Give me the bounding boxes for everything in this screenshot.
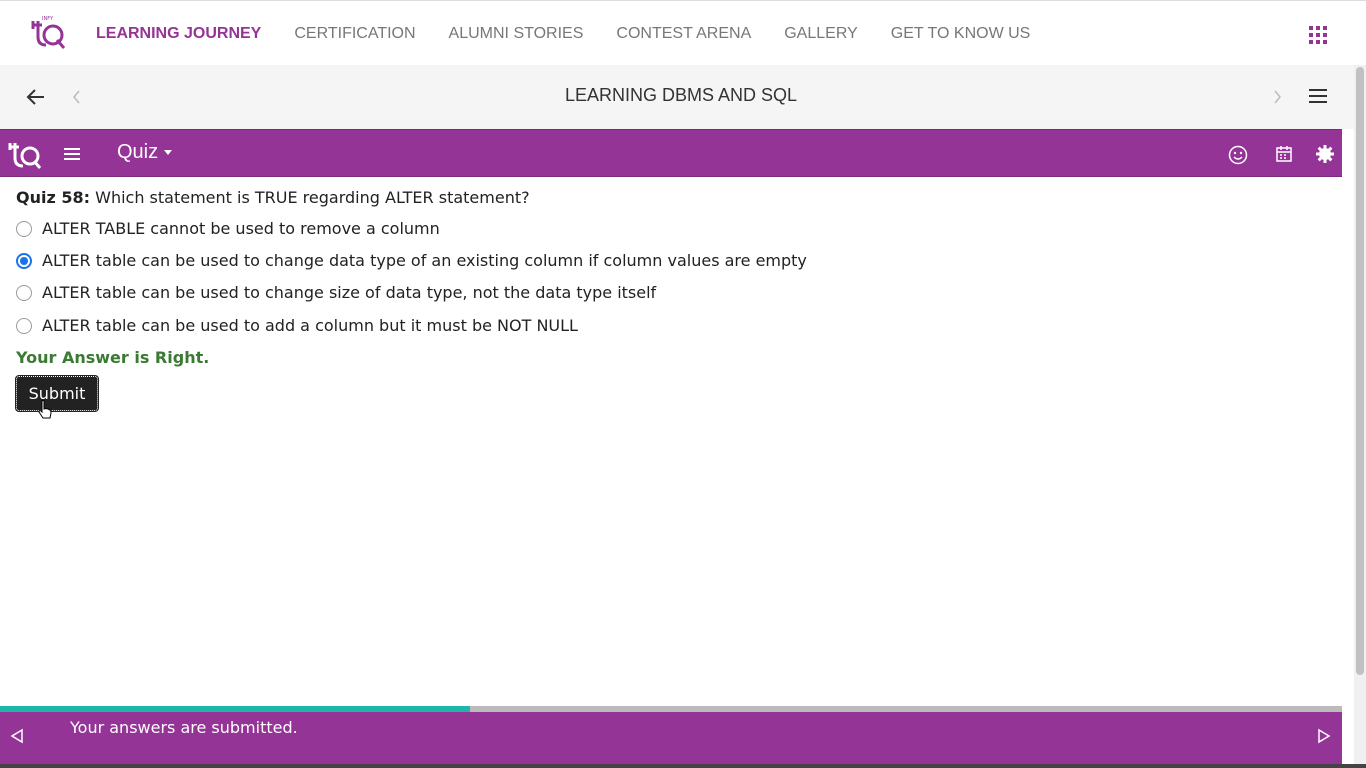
quiz-option-4[interactable]: ALTER table can be used to add a column … (16, 316, 578, 335)
quiz-question: Quiz 58: Which statement is TRUE regardi… (16, 188, 530, 207)
scrollbar-thumb[interactable] (1356, 67, 1364, 675)
quiz-option-3[interactable]: ALTER table can be used to change size o… (16, 283, 656, 302)
option-label: ALTER table can be used to change size o… (42, 283, 657, 302)
course-title-bar: LEARNING DBMS AND SQL (0, 65, 1354, 129)
calendar-icon[interactable] (1275, 145, 1293, 163)
hamburger-icon[interactable] (63, 147, 81, 161)
quiz-dropdown-label: Quiz (117, 141, 159, 163)
option-label: ALTER TABLE cannot be used to remove a c… (42, 219, 440, 238)
footer-bar: Your answers are submitted. (0, 712, 1342, 764)
quiz-toolbar: Quiz (0, 129, 1342, 177)
submission-message: Your answers are submitted. (70, 718, 298, 737)
svg-text:INFY: INFY (42, 16, 54, 22)
nav-item-gallery[interactable]: GALLERY (784, 25, 858, 43)
nav-item-contest-arena[interactable]: CONTEST ARENA (616, 25, 751, 43)
quiz-option-1[interactable]: ALTER TABLE cannot be used to remove a c… (16, 219, 440, 238)
answer-result: Your Answer is Right. (16, 348, 210, 367)
option-label: ALTER table can be used to change data t… (42, 251, 807, 270)
option-label: ALTER table can be used to add a column … (42, 316, 578, 335)
next-triangle-icon[interactable] (1317, 728, 1331, 744)
nav-item-learning-journey[interactable]: LEARNING JOURNEY (96, 25, 261, 43)
quiz-option-2[interactable]: ALTER table can be used to change data t… (16, 251, 807, 270)
hand-cursor-icon (38, 400, 52, 419)
submit-button[interactable]: Submit (15, 375, 99, 412)
radio-button-selected[interactable] (16, 252, 32, 269)
gear-icon[interactable] (1315, 144, 1335, 164)
menu-icon[interactable] (1307, 87, 1329, 105)
nav-links: LEARNING JOURNEY CERTIFICATION ALUMNI ST… (96, 1, 1063, 66)
quiz-question-text: Which statement is TRUE regarding ALTER … (95, 188, 530, 207)
radio-button[interactable] (16, 220, 32, 237)
chevron-right-icon[interactable] (1268, 87, 1286, 107)
caret-down-icon (164, 150, 173, 155)
toolbar-logo-icon[interactable] (8, 138, 42, 170)
radio-button[interactable] (16, 317, 32, 334)
brand-logo-icon[interactable]: INFY (30, 15, 66, 51)
radio-button[interactable] (16, 284, 32, 301)
course-title: LEARNING DBMS AND SQL (564, 85, 798, 105)
quiz-number: Quiz 58: (16, 188, 91, 207)
bottom-edge (0, 764, 1366, 768)
grid-apps-icon[interactable] (1309, 26, 1327, 44)
top-navigation: INFY LEARNING JOURNEY CERTIFICATION ALUM… (0, 0, 1366, 65)
nav-item-get-to-know-us[interactable]: GET TO KNOW US (891, 25, 1031, 43)
nav-item-certification[interactable]: CERTIFICATION (294, 25, 415, 43)
nav-item-alumni-stories[interactable]: ALUMNI STORIES (449, 25, 584, 43)
previous-triangle-icon[interactable] (10, 728, 24, 744)
smiley-icon[interactable] (1228, 145, 1248, 165)
quiz-dropdown[interactable]: Quiz (117, 141, 173, 164)
